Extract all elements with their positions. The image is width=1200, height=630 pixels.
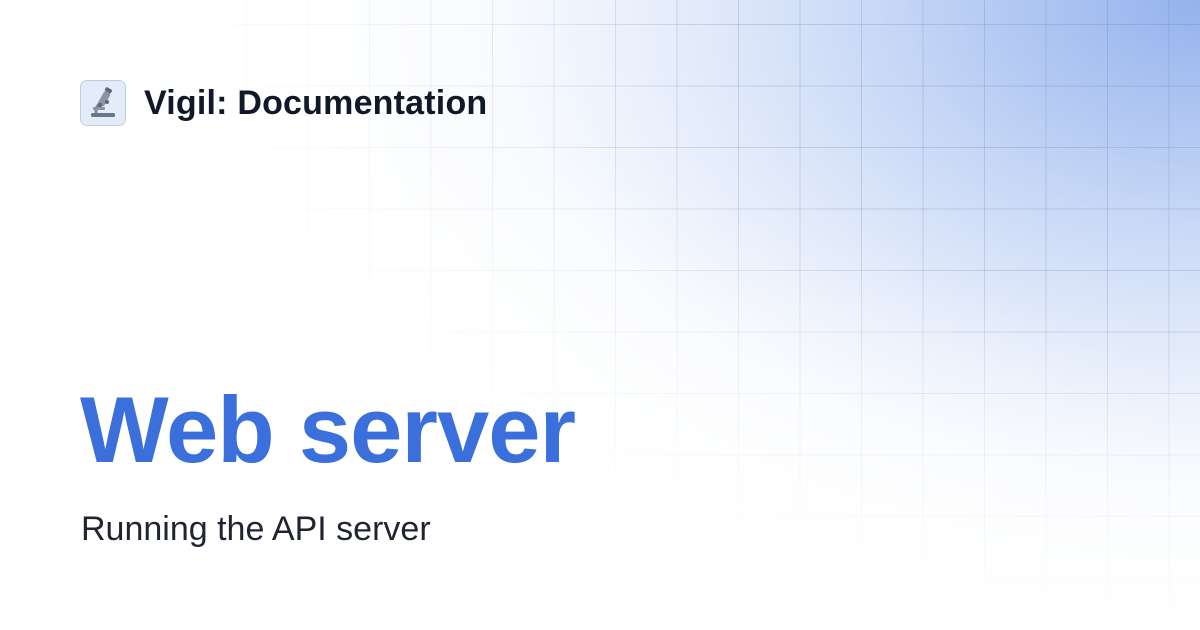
page-title: Web server bbox=[80, 377, 576, 482]
brand: Vigil: Documentation bbox=[80, 80, 487, 126]
brand-name: Vigil: Documentation bbox=[144, 83, 488, 122]
social-card: Vigil: Documentation Web server Running … bbox=[0, 0, 1200, 630]
page-subtitle: Running the API server bbox=[81, 510, 431, 548]
microscope-icon bbox=[80, 80, 126, 126]
